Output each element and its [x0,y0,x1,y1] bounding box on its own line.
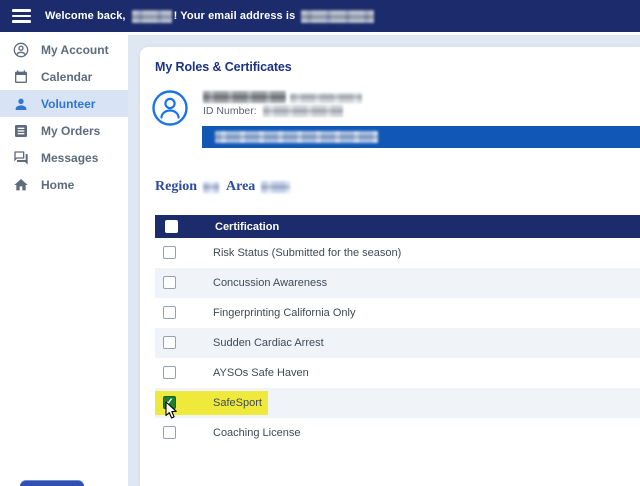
id-number-row: ID Number: [203,105,343,117]
mouse-cursor-icon [165,401,178,420]
app-window: Welcome back, ! Your email address is My… [0,0,640,486]
top-navbar: Welcome back, ! Your email address is [0,0,640,32]
sidebar-item-calendar[interactable]: Calendar [0,63,128,90]
row-label: Concussion Awareness [213,268,327,298]
certification-table: Certification Risk Status (Submitted for… [155,215,640,448]
content-card: My Roles & Certificates ID Number: Regio… [140,47,640,486]
sidebar-item-home[interactable]: Home [0,171,128,198]
table-body: Risk Status (Submitted for the season) C… [155,238,640,448]
select-all-checkbox[interactable] [165,220,178,233]
row-checkbox[interactable] [163,306,176,319]
table-row-fingerprinting-california-only: Fingerprinting California Only [155,298,640,328]
home-icon [13,177,29,193]
row-label: Coaching License [213,418,300,448]
row-checkbox[interactable] [163,366,176,379]
table-row-safesport: ✓ SafeSport [155,388,640,418]
volunteer-icon [13,96,29,112]
calendar-icon [13,69,29,85]
row-label: Fingerprinting California Only [213,298,355,328]
redacted-username [132,10,172,23]
row-label: Risk Status (Submitted for the season) [213,238,401,268]
page-title: My Roles & Certificates [155,60,292,74]
greeting-suffix: ! Your email address is [174,10,296,22]
avatar-person-icon [151,89,189,127]
id-number-label: ID Number: [203,105,257,117]
row-checkbox[interactable] [163,336,176,349]
sidebar-item-my-account[interactable]: My Account [0,36,128,63]
chat-button-partial[interactable] [20,480,84,486]
redacted-area-value [261,181,290,193]
certification-column-header: Certification [215,221,279,233]
sidebar-item-my-orders[interactable]: My Orders [0,117,128,144]
row-label: Sudden Cardiac Arrest [213,328,324,358]
row-checkbox[interactable] [163,426,176,439]
redacted-banner-text [215,131,378,143]
table-header-row: Certification [155,215,640,238]
welcome-message: Welcome back, ! Your email address is [45,10,374,23]
row-checkbox[interactable] [163,276,176,289]
row-label: SafeSport [213,388,262,418]
sidebar-item-volunteer[interactable]: Volunteer [0,90,128,117]
redacted-name [203,91,286,103]
row-label: AYSOs Safe Haven [213,358,309,388]
orders-icon [13,123,29,139]
redacted-id-value [263,105,343,117]
hamburger-menu-icon[interactable] [12,9,31,23]
table-row-aysos-safe-haven: AYSOs Safe Haven [155,358,640,388]
messages-icon [13,150,29,166]
greeting-prefix: Welcome back, [45,10,126,22]
sidebar-item-messages[interactable]: Messages [0,144,128,171]
redacted-region-value [203,182,219,193]
role-banner [202,126,640,148]
area-label: Area [226,179,255,195]
table-row-sudden-cardiac-arrest: Sudden Cardiac Arrest [155,328,640,358]
region-label: Region [155,179,197,195]
table-row-coaching-license: Coaching License [155,418,640,448]
table-row-concussion-awareness: Concussion Awareness [155,268,640,298]
region-area-heading: Region Area [155,179,297,195]
row-checkbox[interactable] [163,246,176,259]
sidebar: My Account Calendar Volunteer My Orders … [0,32,128,486]
account-icon [13,42,29,58]
table-row-risk-status-submitted-for-the-season: Risk Status (Submitted for the season) [155,238,640,268]
redacted-email [301,10,374,23]
redacted-name-secondary [290,93,362,103]
